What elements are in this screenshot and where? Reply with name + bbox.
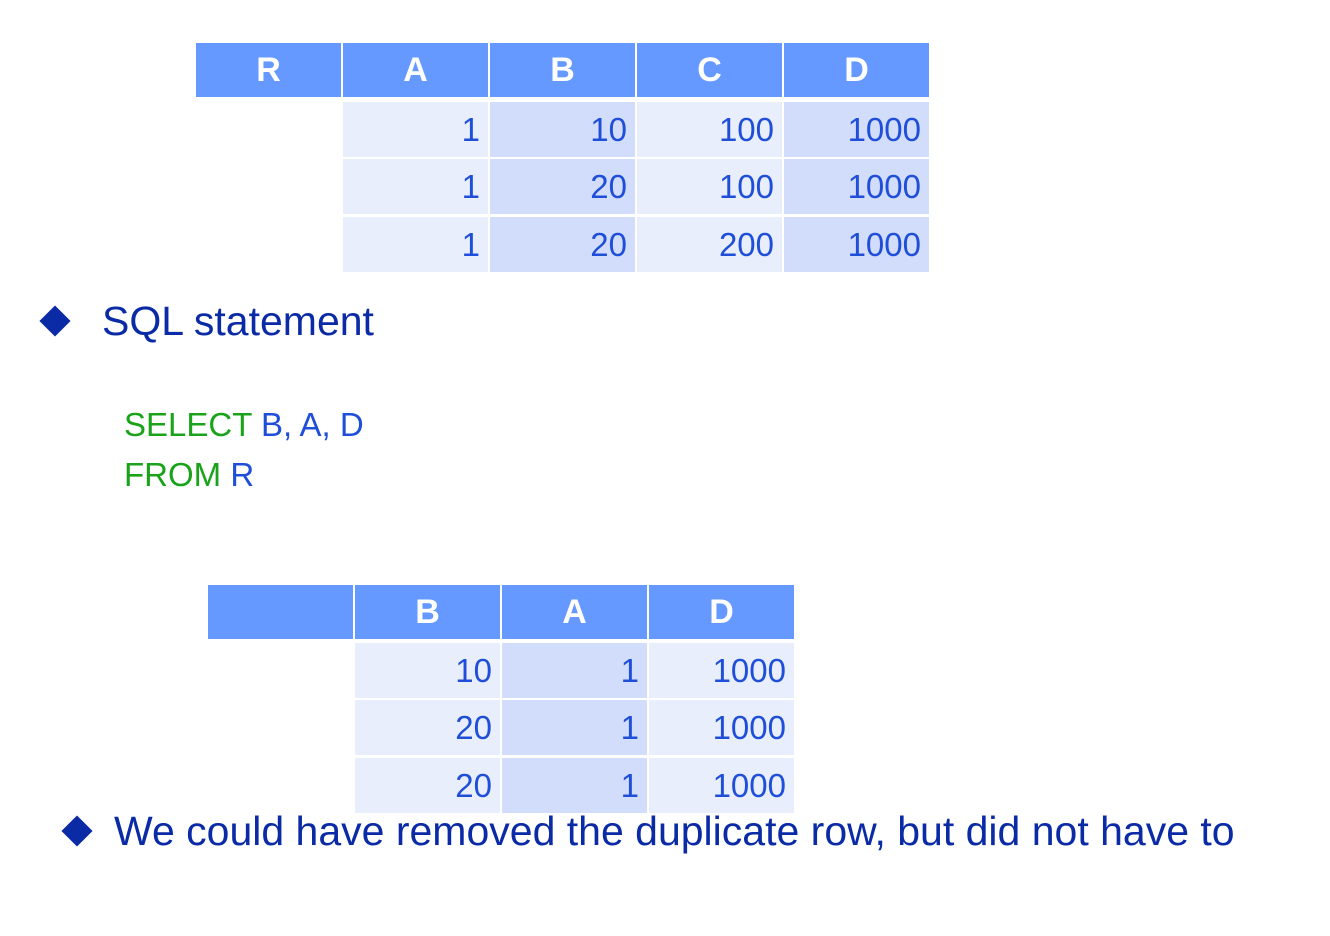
result-header-d: D	[649, 585, 794, 639]
table-cell: 1000	[784, 102, 929, 157]
bullet-sql-statement: SQL statement	[102, 298, 374, 344]
table-r-header-b: B	[490, 43, 635, 97]
table-r-header-a: A	[343, 43, 488, 97]
result-header-a: A	[502, 585, 647, 639]
table-cell: 1000	[649, 643, 794, 698]
table-cell: 1	[343, 159, 488, 214]
sql-keyword-from: FROM	[124, 456, 222, 493]
result-header-name	[208, 585, 353, 639]
table-cell: 200	[637, 217, 782, 272]
table-r-header-d: D	[784, 43, 929, 97]
table-cell: 1	[502, 758, 647, 813]
table-cell: 1	[502, 700, 647, 755]
sql-from-table: R	[221, 456, 255, 493]
table-cell: 10	[490, 102, 635, 157]
table-cell: 1	[502, 643, 647, 698]
sql-line-select: SELECT B, A, D	[124, 406, 364, 444]
table-cell: 20	[355, 700, 500, 755]
table-cell: 20	[355, 758, 500, 813]
result-header-b: B	[355, 585, 500, 639]
table-r-header-c: C	[637, 43, 782, 97]
table-cell: 10	[355, 643, 500, 698]
table-cell: 100	[637, 102, 782, 157]
table-cell: 20	[490, 217, 635, 272]
diamond-bullet-icon	[61, 815, 93, 847]
table-cell: 100	[637, 159, 782, 214]
sql-select-columns: B, A, D	[251, 406, 364, 443]
table-cell: 1000	[649, 758, 794, 813]
table-cell: 1000	[784, 159, 929, 214]
table-r-header-name: R	[196, 43, 341, 97]
sql-line-from: FROM R	[124, 456, 254, 494]
table-cell: 20	[490, 159, 635, 214]
table-cell: 1000	[649, 700, 794, 755]
sql-keyword-select: SELECT	[124, 406, 252, 443]
table-cell: 1	[343, 217, 488, 272]
table-cell: 1	[343, 102, 488, 157]
diamond-bullet-icon	[39, 305, 71, 337]
table-cell: 1000	[784, 217, 929, 272]
bullet-duplicate-note: We could have removed the duplicate row,…	[114, 808, 1235, 854]
